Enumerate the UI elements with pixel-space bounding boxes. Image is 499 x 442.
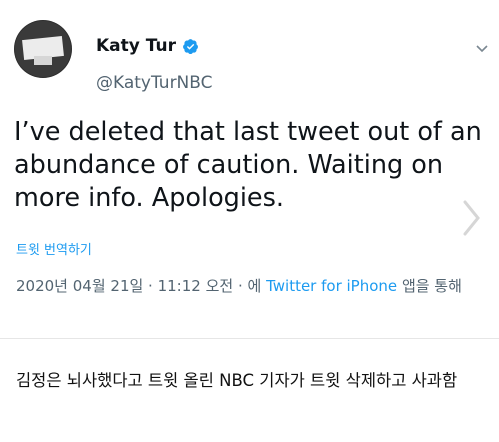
tweet-source-suffix: 앱을 통해 — [401, 277, 462, 295]
user-handle[interactable]: @KatyTurNBC — [96, 73, 213, 93]
name-row: Katy Tur — [96, 36, 199, 56]
translate-tweet-link[interactable]: 트윗 번역하기 — [16, 239, 92, 258]
tweet-source[interactable]: Twitter for iPhone — [266, 277, 397, 295]
tweet-text: I’ve deleted that last tweet out of an a… — [14, 117, 482, 213]
tweet-card: Katy Tur @KatyTurNBC I’ve deleted that l… — [0, 0, 499, 338]
chevron-right-icon[interactable] — [456, 196, 486, 240]
verified-badge-icon — [183, 38, 198, 54]
caption-text: 김정은 뇌사했다고 트윗 올린 NBC 기자가 트윗 삭제하고 사과함 — [16, 371, 458, 390]
avatar[interactable] — [14, 20, 72, 78]
display-name[interactable]: Katy Tur — [96, 36, 176, 56]
tweet-timestamp[interactable]: 2020년 04월 21일 · 11:12 오전 · 에 — [16, 277, 261, 295]
avatar-paper-small — [34, 56, 52, 65]
divider — [0, 338, 499, 339]
chevron-down-icon[interactable] — [474, 40, 490, 56]
tweet-meta: 2020년 04월 21일 · 11:12 오전 · 에 Twitter for… — [16, 274, 490, 298]
